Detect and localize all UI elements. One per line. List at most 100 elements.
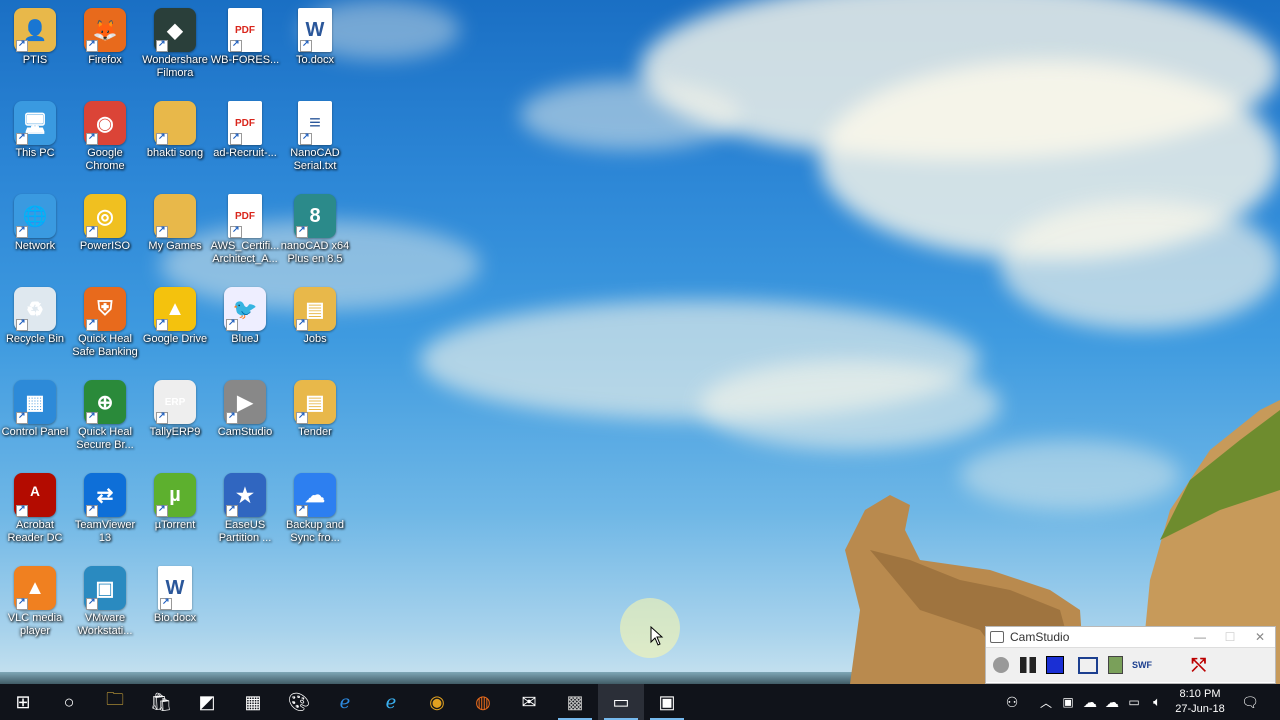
desktop-icon-network[interactable]: 🌐 Network	[0, 194, 70, 253]
shortcut-arrow-icon	[300, 131, 312, 145]
desktop-icon-tallyerp9[interactable]: ERP TallyERP9	[140, 380, 210, 439]
taskbar-sticky-notes-button[interactable]: ◩	[184, 684, 230, 720]
taskbar-internet-explorer-button[interactable]: ℯ	[368, 684, 414, 720]
google-drive-icon: ▲	[154, 287, 196, 331]
camstudio-app-icon	[990, 631, 1004, 643]
desktop-icon-ad-recruit[interactable]: PDF ad-Recruit-...	[210, 101, 280, 160]
desktop-icon-wb-fores[interactable]: PDF WB-FORES...	[210, 8, 280, 67]
close-button[interactable]: ✕	[1245, 630, 1275, 644]
desktop-icon-to-docx[interactable]: W To.docx	[280, 8, 350, 67]
usb-icon[interactable]: ▣	[1058, 684, 1078, 720]
desktop-icon-wondershare-filmora[interactable]: ◆Wondershare Filmora	[140, 8, 210, 80]
desktop-icon-quick-heal-safe-banking[interactable]: ⛨Quick Heal Safe Banking	[70, 287, 140, 359]
taskbar-edge-button[interactable]: ℯ	[322, 684, 368, 720]
desktop-icon-camstudio[interactable]: ▶ CamStudio	[210, 380, 280, 439]
desktop-icon-label: EaseUS Partition ...	[218, 519, 272, 544]
taskbar-windows-start-button[interactable]: ⊞	[0, 684, 46, 720]
taskbar-chrome-button[interactable]: ◉	[414, 684, 460, 720]
maximize-button[interactable]: ☐	[1215, 630, 1245, 644]
desktop-icon-label: Bio.docx	[153, 612, 197, 624]
clock[interactable]: 8:10 PM 27-Jun-18	[1170, 684, 1230, 720]
desktop-icon-bio-docx[interactable]: W Bio.docx	[140, 566, 210, 625]
volume-icon[interactable]: 🔈︎	[1146, 684, 1168, 720]
desktop-icon-google-chrome[interactable]: ◉Google Chrome	[70, 101, 140, 173]
cloud-icon[interactable]: ☁	[1102, 684, 1122, 720]
taskbar-store-button[interactable]: 🛍︎	[138, 684, 184, 720]
taskbar-file-explorer-button[interactable]: 🗀	[92, 684, 138, 720]
calculator-icon: ▦	[244, 691, 262, 712]
control-panel-icon: ▦	[14, 380, 56, 424]
desktop-icon-label: Jobs	[303, 333, 327, 345]
desktop-icon-my-games[interactable]: My Games	[140, 194, 210, 253]
desktop-icon-label: Backup and Sync fro...	[285, 519, 345, 544]
chevron-up-icon[interactable]: ︿	[1036, 684, 1056, 720]
pause-button[interactable]	[1016, 653, 1040, 677]
desktop-icon-control-panel[interactable]: ▦ Control Panel	[0, 380, 70, 439]
region-button[interactable]	[1076, 653, 1100, 677]
desktop[interactable]: 👤 PTIS 🦊 Firefox ◆Wondershare Filmora PDF WB-F…	[0, 0, 1280, 684]
taskbar-camstudio-button[interactable]: ▭	[598, 684, 644, 720]
desktop-icon-jobs[interactable]: ▤ Jobs	[280, 287, 350, 346]
desktop-icon-easeus-partition[interactable]: ★EaseUS Partition ...	[210, 473, 280, 545]
swf-button[interactable]: SWF	[1130, 653, 1154, 677]
vmware-icon: ▣	[84, 566, 126, 610]
quickheal-banking-icon: ⛨	[84, 287, 126, 331]
taskbar-mail-button[interactable]: ✉	[506, 684, 552, 720]
folder-icon	[154, 101, 196, 145]
taskbar-firefox-button[interactable]: ◍	[460, 684, 506, 720]
desktop-icon-bluej[interactable]: 🐦 BlueJ	[210, 287, 280, 346]
desktop-icon-google-drive[interactable]: ▲ Google Drive	[140, 287, 210, 346]
shortcut-arrow-icon	[16, 596, 28, 610]
camstudio-window[interactable]: CamStudio — ☐ ✕ SWF ⤲	[985, 626, 1276, 684]
desktop-icon-tender[interactable]: ▤ Tender	[280, 380, 350, 439]
record-button[interactable]	[989, 653, 1013, 677]
taskbar-tally-button[interactable]: ▩	[552, 684, 598, 720]
desktop-icon-nanocad-serial-txt[interactable]: ≡NanoCAD Serial.txt	[280, 101, 350, 173]
desktop-icon-torrent[interactable]: µ µTorrent	[140, 473, 210, 532]
desktop-icon-this-pc[interactable]: 🖥 This PC	[0, 101, 70, 160]
stop-button[interactable]	[1043, 653, 1067, 677]
taskbar-paint-button[interactable]: 🎨︎	[276, 684, 322, 720]
desktop-icon-label: TeamViewer 13	[74, 519, 136, 544]
folder-icon	[154, 194, 196, 238]
desktop-icon-vmware-workstati[interactable]: ▣VMware Workstati...	[70, 566, 140, 638]
shortcut-arrow-icon	[296, 224, 308, 238]
taskbar-vmware-button[interactable]: ▣	[644, 684, 690, 720]
exit-icon: ⤲	[1191, 654, 1207, 675]
backup-sync-icon: ☁	[294, 473, 336, 517]
action-center-icon[interactable]: 🗨︎	[1236, 684, 1264, 720]
desktop-icon-backup-and-sync-fro[interactable]: ☁Backup and Sync fro...	[280, 473, 350, 545]
region-icon	[1078, 656, 1098, 674]
desktop-icon-label: My Games	[148, 240, 202, 252]
desktop-icon-poweriso[interactable]: ◎ PowerISO	[70, 194, 140, 253]
desktop-icon-firefox[interactable]: 🦊 Firefox	[70, 8, 140, 67]
network-icon[interactable]: ▭	[1124, 684, 1144, 720]
desktop-icon-label: nanoCAD x64 Plus en 8.5	[280, 240, 350, 265]
text-file-icon: ≡	[298, 101, 332, 145]
annotate-button[interactable]	[1103, 653, 1127, 677]
minimize-button[interactable]: —	[1185, 630, 1215, 644]
people-icon[interactable]: ⚇	[1000, 684, 1024, 720]
shortcut-arrow-icon	[296, 503, 308, 517]
desktop-icon-ptis[interactable]: 👤 PTIS	[0, 8, 70, 67]
utorrent-icon: µ	[154, 473, 196, 517]
exit-button[interactable]: ⤲	[1187, 653, 1211, 677]
desktop-icon-aws-certifi-architect-a[interactable]: PDFAWS_Certifi... Architect_A...	[210, 194, 280, 266]
desktop-icon-label: µTorrent	[154, 519, 196, 531]
paint-icon: 🎨︎	[287, 691, 311, 712]
shortcut-arrow-icon	[86, 224, 98, 238]
desktop-icon-teamviewer-13[interactable]: ⇄TeamViewer 13	[70, 473, 140, 545]
onedrive-icon[interactable]: ☁	[1080, 684, 1100, 720]
desktop-icon-vlc-media-player[interactable]: ▲VLC media player	[0, 566, 70, 638]
desktop-icon-recycle-bin[interactable]: ♻ Recycle Bin	[0, 287, 70, 346]
taskbar-calculator-button[interactable]: ▦	[230, 684, 276, 720]
word-doc-icon: W	[158, 566, 192, 610]
desktop-icon-bhakti-song[interactable]: bhakti song	[140, 101, 210, 160]
desktop-icon-quick-heal-secure-br[interactable]: ⊕Quick Heal Secure Br...	[70, 380, 140, 452]
shortcut-arrow-icon	[86, 131, 98, 145]
bluej-icon: 🐦	[224, 287, 266, 331]
taskbar-cortana-search-button[interactable]: ○	[46, 684, 92, 720]
desktop-icon-nanocad-x64-plus-en-8-5[interactable]: 8nanoCAD x64 Plus en 8.5	[280, 194, 350, 266]
shortcut-arrow-icon	[156, 503, 168, 517]
desktop-icon-acrobat-reader-dc[interactable]: ᴬAcrobat Reader DC	[0, 473, 70, 545]
